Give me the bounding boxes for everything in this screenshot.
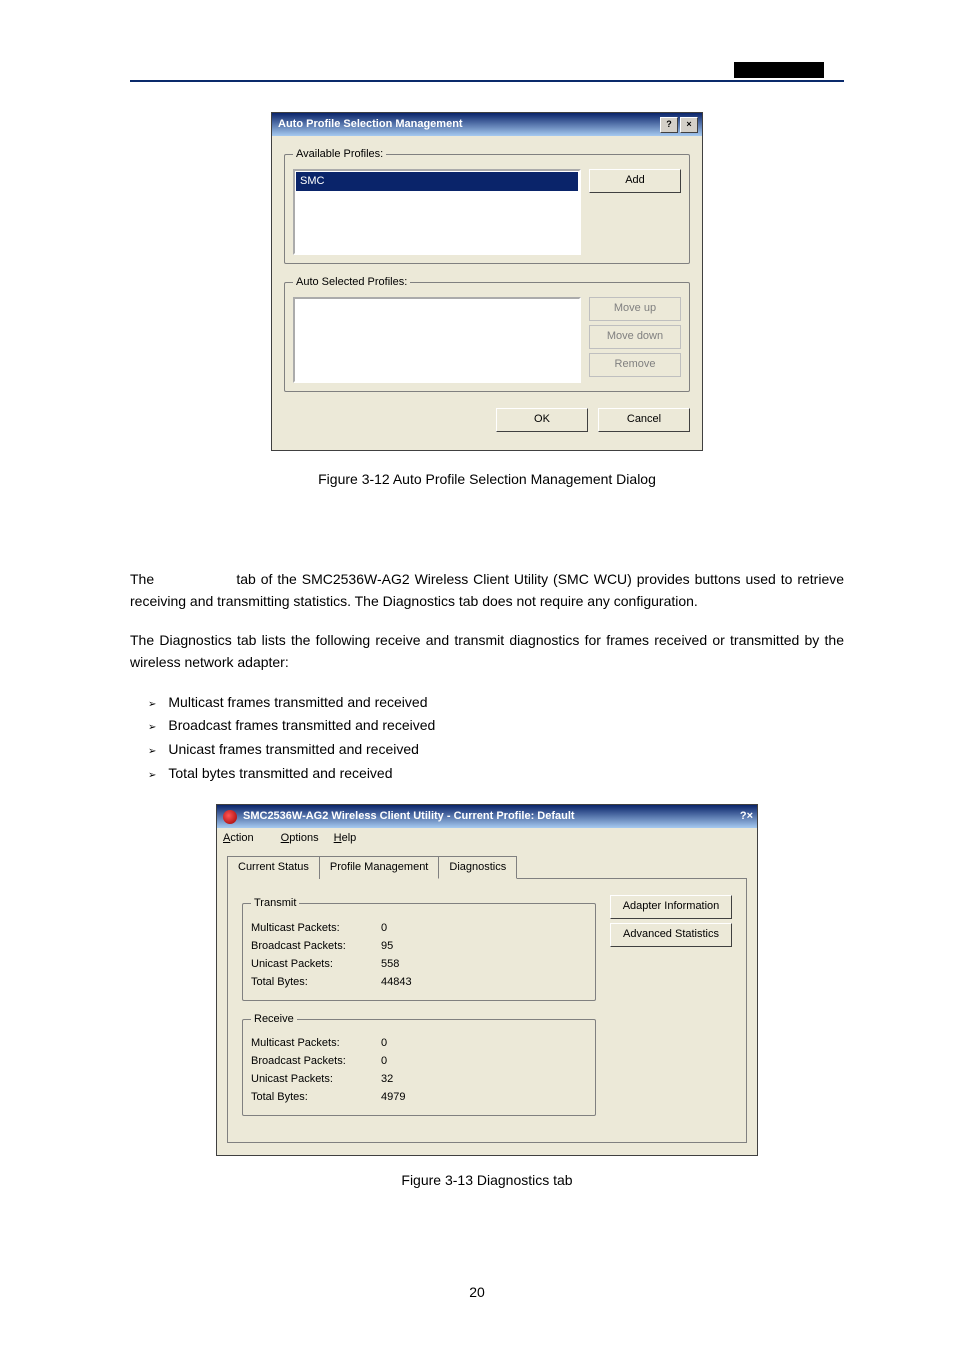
- tx-multicast-value: 0: [381, 920, 387, 937]
- figure-caption-2: Figure 3-13 Diagnostics tab: [130, 1170, 844, 1192]
- menu-action[interactable]: Action: [223, 832, 266, 844]
- header-mark: [734, 62, 824, 78]
- tx-total-value: 44843: [381, 974, 412, 991]
- rx-multicast-value: 0: [381, 1035, 387, 1052]
- dialog-titlebar: SMC2536W-AG2 Wireless Client Utility - C…: [217, 805, 757, 828]
- auto-selected-profiles-legend: Auto Selected Profiles:: [293, 274, 410, 291]
- list-item: Total bytes transmitted and received: [148, 763, 844, 785]
- paragraph-intro: The Diagnostics tab of the SMC2536W-AG2 …: [130, 569, 844, 612]
- tab-profile-management[interactable]: Profile Management: [319, 856, 439, 879]
- auto-profile-dialog: Auto Profile Selection Management ? × Av…: [271, 112, 703, 451]
- diagnostics-list: Multicast frames transmitted and receive…: [130, 692, 844, 785]
- available-profiles-list[interactable]: SMC: [293, 169, 581, 255]
- move-up-button: Move up: [589, 297, 681, 321]
- header-rule: [130, 80, 844, 82]
- help-icon[interactable]: ?: [740, 808, 747, 825]
- figure-caption-1: Figure 3-12 Auto Profile Selection Manag…: [130, 469, 844, 491]
- rx-broadcast-label: Broadcast Packets:: [251, 1053, 381, 1070]
- receive-legend: Receive: [251, 1011, 297, 1028]
- dialog-titlebar: Auto Profile Selection Management ? ×: [272, 113, 702, 136]
- list-item: Unicast frames transmitted and received: [148, 739, 844, 761]
- tx-unicast-value: 558: [381, 956, 399, 973]
- auto-selected-list[interactable]: [293, 297, 581, 383]
- dialog-title: Auto Profile Selection Management: [278, 116, 463, 133]
- paragraph-list-intro: The Diagnostics tab lists the following …: [130, 630, 844, 673]
- ok-button[interactable]: OK: [496, 408, 588, 432]
- help-icon[interactable]: ?: [660, 117, 678, 133]
- tab-diagnostics[interactable]: Diagnostics: [438, 856, 517, 879]
- close-icon[interactable]: ×: [680, 117, 698, 133]
- transmit-group: Transmit Multicast Packets:0 Broadcast P…: [242, 895, 596, 1000]
- rx-multicast-label: Multicast Packets:: [251, 1035, 381, 1052]
- rx-unicast-value: 32: [381, 1071, 393, 1088]
- auto-selected-profiles-group: Auto Selected Profiles: Move up Move dow…: [284, 274, 690, 392]
- tx-unicast-label: Unicast Packets:: [251, 956, 381, 973]
- cancel-button[interactable]: Cancel: [598, 408, 690, 432]
- tab-pane: Transmit Multicast Packets:0 Broadcast P…: [227, 878, 747, 1142]
- remove-button: Remove: [589, 353, 681, 377]
- advanced-stats-button[interactable]: Advanced Statistics: [610, 923, 732, 947]
- adapter-info-button[interactable]: Adapter Information: [610, 895, 732, 919]
- transmit-legend: Transmit: [251, 895, 299, 912]
- client-utility-dialog: SMC2536W-AG2 Wireless Client Utility - C…: [216, 804, 758, 1156]
- rx-total-label: Total Bytes:: [251, 1089, 381, 1106]
- list-item[interactable]: SMC: [296, 172, 578, 191]
- receive-group: Receive Multicast Packets:0 Broadcast Pa…: [242, 1011, 596, 1116]
- rx-unicast-label: Unicast Packets:: [251, 1071, 381, 1088]
- tx-total-label: Total Bytes:: [251, 974, 381, 991]
- page-number: 20: [0, 1282, 954, 1304]
- tab-strip: Current Status Profile Management Diagno…: [217, 849, 757, 878]
- tx-broadcast-label: Broadcast Packets:: [251, 938, 381, 955]
- available-profiles-legend: Available Profiles:: [293, 146, 386, 163]
- close-icon[interactable]: ×: [747, 808, 753, 825]
- menu-options[interactable]: Options: [281, 832, 319, 844]
- available-profiles-group: Available Profiles: SMC Add: [284, 146, 690, 264]
- tab-current-status[interactable]: Current Status: [227, 856, 320, 879]
- list-item: Broadcast frames transmitted and receive…: [148, 715, 844, 737]
- menubar: Action Options Help: [217, 828, 757, 849]
- move-down-button: Move down: [589, 325, 681, 349]
- list-item: Multicast frames transmitted and receive…: [148, 692, 844, 714]
- add-button[interactable]: Add: [589, 169, 681, 193]
- dialog-title: SMC2536W-AG2 Wireless Client Utility - C…: [243, 808, 575, 825]
- tx-broadcast-value: 95: [381, 938, 393, 955]
- tx-multicast-label: Multicast Packets:: [251, 920, 381, 937]
- rx-total-value: 4979: [381, 1089, 405, 1106]
- menu-help[interactable]: Help: [334, 832, 357, 844]
- app-icon: [223, 810, 237, 824]
- rx-broadcast-value: 0: [381, 1053, 387, 1070]
